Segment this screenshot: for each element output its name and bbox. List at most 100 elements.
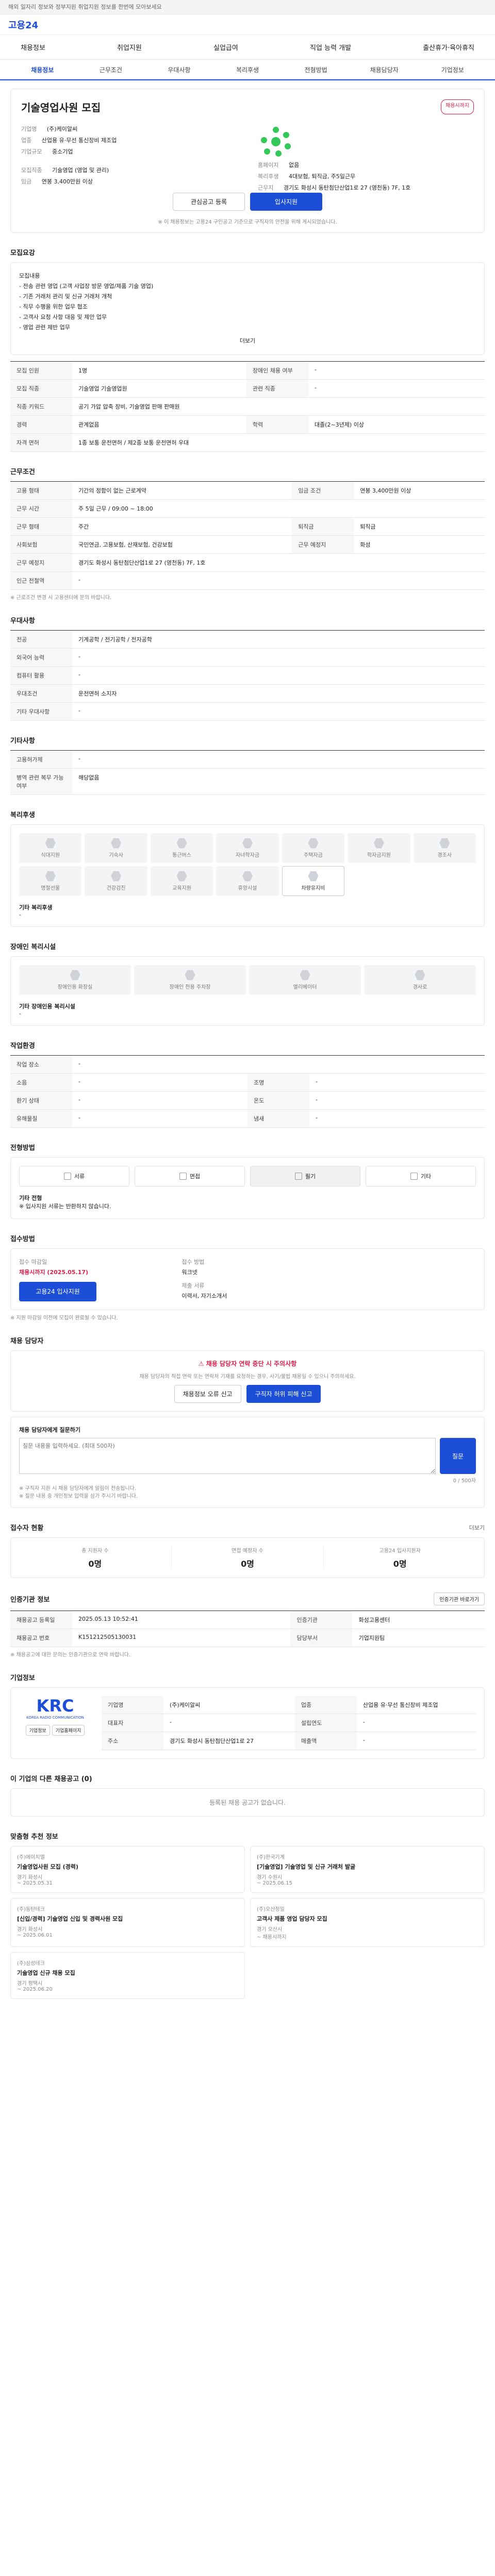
submission-apply-button[interactable]: 고용24 입사지원 [19, 1282, 96, 1301]
process-method: 기타 [366, 1166, 476, 1187]
requirement-line: - 영업 관련 제반 업무 [19, 324, 70, 331]
row-key: 직종 키워드 [10, 397, 72, 416]
recommend-card[interactable]: (주)오산정밀 고객사 제품 영업 담당자 모집 경기 오산시 ~ 채용시까지 [250, 1898, 485, 1947]
ask-input[interactable] [19, 1438, 436, 1474]
preference-title: 우대사항 [10, 617, 35, 625]
row-key: 설립연도 [294, 1714, 357, 1732]
row-key: 근무 예정지 [10, 553, 72, 572]
table-row: 대표자 - 설립연도 - [102, 1714, 476, 1732]
applicant-stat-label: 총 지원자 수 [81, 1548, 109, 1554]
table-row: 작업 장소 - [10, 1055, 485, 1074]
recommend-title: 기술영업사원 모집 (경력) [17, 1863, 78, 1870]
brand-logo[interactable]: 고용24 [8, 18, 38, 31]
workplace-table: 작업 장소 - 소음 - 조명 - 환기 상태 - 온도 - 유해물질 - 냄새 - [10, 1055, 485, 1128]
recommend-title: 기술영업 신규 채용 모집 [17, 1970, 75, 1976]
submission-docs: 이력서, 자기소개서 [182, 1293, 227, 1299]
table-row: 주소 경기도 화성시 동탄첨단산업1로 27 매출액 - [102, 1732, 476, 1750]
row-key: 근무 형태 [10, 517, 72, 536]
row-key: 임금 조건 [292, 481, 354, 500]
welfare-item: 차량유지비 [282, 866, 345, 896]
row-key: 작업 장소 [10, 1055, 72, 1074]
gnb-item[interactable]: 출산휴가·육아휴직 [423, 42, 474, 52]
etc-title: 기타사항 [10, 737, 35, 745]
submission-date: 채용시까지 (2025.05.17) [19, 1269, 89, 1276]
subnav-tab[interactable]: 우대사항 [145, 65, 213, 74]
subnav-tab[interactable]: 복리후생 [213, 65, 282, 74]
report-fraud-button[interactable]: 구직자 허위 피해 신고 [246, 1385, 321, 1403]
company-homepage-button[interactable]: 기업홈페이지 [52, 1725, 85, 1736]
row-key: 장애인 채용 여부 [246, 361, 308, 380]
disability-item-label: 장애인용 화장실 [57, 984, 93, 990]
gnb-item[interactable]: 채용정보 [21, 42, 45, 52]
conditions-table: 고용 형태 기간의 정함이 없는 근로계약 임금 조건 연봉 3,400만원 이상근무… [10, 481, 485, 590]
row-value: 화성고용센터 [352, 1611, 485, 1629]
recommend-date: ~ 채용시까지 [257, 1935, 287, 1940]
row-key: 컴퓨터 활용 [10, 666, 72, 685]
row-value: 운전면허 소지자 [72, 684, 485, 703]
gnb-item[interactable]: 취업지원 [117, 42, 142, 52]
table-row: 고용 형태 기간의 정함이 없는 근로계약 임금 조건 연봉 3,400만원 이상 [10, 481, 485, 500]
table-row: 직종 키워드 공기 가압 압축 장비, 기술영업 판매 판매원 [10, 397, 485, 416]
report-error-button[interactable]: 채용정보 오류 신고 [174, 1385, 241, 1403]
row-value: 경기도 화성시 동탄첨단산업1로 27 [163, 1732, 295, 1750]
row-key: 자격 면허 [10, 433, 72, 452]
welfare-item: 경조사 [413, 833, 476, 863]
welfare-item: 휴양시설 [216, 866, 279, 896]
welfare-item: 통근버스 [150, 833, 213, 863]
ask-button[interactable]: 질문 [440, 1438, 476, 1474]
subnav-tab[interactable]: 채용담당자 [350, 65, 419, 74]
condition-value: 기술영업 (영업 및 관리) [52, 167, 109, 174]
row-value: - [309, 1109, 485, 1128]
subnav-tab[interactable]: 전형방법 [282, 65, 350, 74]
table-row: 기타 우대사항 - [10, 702, 485, 721]
recommend-card[interactable]: (주)한국기계 [기술영업] 기술영업 및 신규 거래처 발굴 경기 수원시 ~ 20… [250, 1846, 485, 1893]
apply-button[interactable]: 입사지원 [250, 193, 322, 211]
company-info-button[interactable]: 기업정보 [25, 1725, 50, 1736]
process-method-label: 서류 [74, 1173, 85, 1180]
size-value: 중소기업 [52, 148, 73, 155]
submission-note: ※ 지원 마감일 이전에 모집이 완료될 수 있습니다. [10, 1315, 118, 1321]
applicants-more[interactable]: 더보기 [469, 1523, 485, 1532]
disability-extra-label: 기타 장애인용 복리시설 [19, 1003, 75, 1010]
recommend-location: 경기 화성시 [17, 1875, 43, 1880]
preference-table: 전공 기계공학 / 전기공학 / 전자공학 외국어 능력 - 컴퓨터 활용 - 우대조건 운전… [10, 630, 485, 721]
applicant-stat: 총 지원자 수 0명 [19, 1546, 172, 1569]
row-value: - [72, 702, 485, 721]
subnav-tab[interactable]: 채용정보 [8, 65, 77, 74]
row-value: - [72, 1109, 248, 1128]
subnav-tab[interactable]: 근무조건 [77, 65, 145, 74]
document-icon [294, 1173, 302, 1180]
ask-counter: 0 / 500자 [453, 1478, 476, 1484]
applicant-stat-value: 0명 [88, 1559, 102, 1569]
row-value: - [72, 750, 485, 769]
size-label: 기업규모 [21, 148, 42, 155]
welfare-item-label: 학자금지원 [367, 852, 391, 858]
field-label: 업종 [21, 137, 32, 144]
row-key: 채용공고 번호 [10, 1629, 72, 1647]
row-value: 대졸(2~3년제) 이상 [308, 415, 485, 434]
row-value: K151212505130031 [72, 1629, 291, 1647]
disability-grid: 장애인용 화장실 장애인 전용 주차장 엘리베이터 경사로 [19, 965, 476, 995]
manage-button[interactable]: 인증기관 바로가기 [434, 1592, 485, 1605]
company-table: 기업명 (주)케이알씨 업종 산업용 유·무선 통신장비 제조업 대표자 - 설립연도 - 주소… [102, 1696, 476, 1750]
welfare-icon [308, 838, 319, 849]
welfare-grid: 식대지원 기숙사 통근버스 자녀학자금 주택자금 학자금지원 경조사 명절선물 건강검진 교육지원… [19, 833, 476, 896]
recommend-card[interactable]: (주)동탄테크 [신입/경력] 기술영업 신입 및 경력사원 모집 경기 화성시 ~ … [10, 1898, 245, 1947]
recommend-card[interactable]: (주)삼성테크 기술영업 신규 채용 모집 경기 평택시 ~ 2025.06.20 [10, 1952, 245, 1999]
disability-item: 엘리베이터 [249, 965, 361, 995]
gnb-item[interactable]: 직업 능력 개발 [310, 42, 351, 52]
gnb-item[interactable]: 실업급여 [213, 42, 238, 52]
welfare-item-label: 교육지원 [172, 885, 191, 891]
recommend-title: 맞춤형 추천 정보 [10, 1833, 58, 1841]
more-link[interactable]: 더보기 [19, 336, 476, 346]
applicants-title: 접수자 현황 더보기 [10, 1523, 485, 1533]
wage-label: 임금 [21, 178, 32, 185]
process-method-label: 필기 [305, 1173, 316, 1180]
row-key: 고용 형태 [10, 481, 72, 500]
table-row: 병역 관련 복무 가능 여부 해당없음 [10, 768, 485, 795]
scrap-button[interactable]: 관심공고 등록 [173, 193, 245, 211]
row-key: 학력 [246, 415, 308, 434]
recommend-card[interactable]: (주)에이치엘 기술영업사원 모집 (경력) 경기 화성시 ~ 2025.05.31 [10, 1846, 245, 1893]
subnav-tab[interactable]: 기업정보 [418, 65, 487, 74]
row-value: 국민연금, 고용보험, 산재보험, 건강보험 [72, 535, 292, 554]
